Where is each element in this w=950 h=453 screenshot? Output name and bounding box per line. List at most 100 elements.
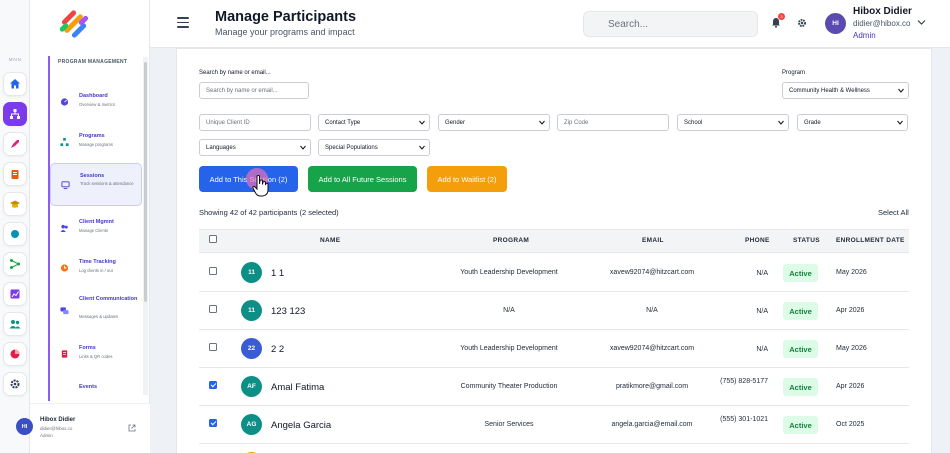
client-id-field[interactable]: Unique Client ID: [199, 114, 311, 131]
chevron-down-icon: [539, 120, 545, 125]
chevron-down-icon: [897, 120, 903, 125]
program-select[interactable]: Community Health & Wellness: [782, 82, 909, 99]
sidebar-item-label: Client Mgmnt: [79, 219, 114, 225]
sidebar-item-sub: Track sessions & attendance: [80, 181, 134, 186]
search-input[interactable]: [584, 12, 757, 36]
column-header-email[interactable]: EMAIL: [642, 237, 664, 244]
column-header-program[interactable]: PROGRAM: [493, 237, 529, 244]
sidebar-item-client-communication[interactable]: Client Communication Messages & updates: [50, 290, 142, 332]
gender-value: Gender: [445, 119, 466, 126]
global-search[interactable]: [583, 11, 758, 37]
users-icon[interactable]: [3, 312, 27, 336]
row-checkbox[interactable]: [209, 419, 217, 427]
sidebar-item-sessions[interactable]: Sessions Track sessions & attendance: [50, 163, 142, 206]
languages-value: Languages: [206, 144, 236, 151]
flow-icon[interactable]: [3, 252, 27, 276]
column-header-enrollment-date[interactable]: ENROLLMENT DATE: [836, 237, 905, 244]
participant-name[interactable]: Amal Fatima: [271, 382, 324, 393]
table-row[interactable]: AG Angela Garcia Senior Services angela.…: [199, 406, 909, 444]
sidebar-scrollbar-thumb[interactable]: [144, 62, 147, 302]
enrollment-date: Apr 2026: [836, 383, 865, 390]
program-management-title: PROGRAM MANAGEMENT: [58, 59, 128, 65]
gear-icon[interactable]: [797, 18, 807, 28]
column-header-phone[interactable]: PHONE: [745, 237, 770, 244]
graduation-cap-icon[interactable]: [3, 192, 27, 216]
select-all-button[interactable]: Select All: [878, 208, 909, 217]
participant-count: Showing 42 of 42 participants (2 selecte…: [199, 208, 339, 217]
clients-icon: [60, 224, 68, 233]
menu-icon[interactable]: [177, 17, 189, 28]
participant-name[interactable]: 123 123: [271, 306, 305, 317]
sidebar-item-forms[interactable]: Forms Links & QR codes: [50, 334, 142, 374]
participant-program: Senior Services: [484, 421, 534, 428]
external-link-icon[interactable]: [128, 424, 136, 432]
avatar: AG: [241, 414, 262, 435]
grade-select[interactable]: Grade: [797, 114, 908, 131]
participant-name[interactable]: 2 2: [271, 344, 284, 355]
sitemap-icon[interactable]: [3, 102, 27, 126]
select-all-checkbox[interactable]: [209, 235, 217, 243]
status-badge: Active: [783, 416, 818, 434]
participant-search-input[interactable]: Search by name or email...: [199, 82, 309, 99]
table-row[interactable]: [199, 444, 909, 453]
participant-phone: N/A: [756, 346, 768, 353]
table-row[interactable]: 22 2 2 Youth Leadership Development xave…: [199, 330, 909, 368]
add-to-waitlist-button[interactable]: Add to Waitlist (2): [427, 166, 507, 192]
clipboard-icon[interactable]: [3, 162, 27, 186]
participant-email: N/A: [646, 307, 658, 314]
avatar: AF: [241, 376, 262, 397]
participant-phone: N/A: [756, 308, 768, 315]
school-value: School: [684, 119, 703, 126]
table-row[interactable]: 11 123 123 N/A N/A N/A Active Apr 2026: [199, 292, 909, 330]
sidebar-item-label: Sessions: [80, 173, 105, 179]
hand-cursor-icon: [252, 175, 269, 197]
school-select[interactable]: School: [677, 114, 789, 131]
special-populations-select[interactable]: Special Populations: [318, 139, 430, 156]
status-badge: Active: [783, 302, 818, 320]
enrollment-date: May 2026: [836, 269, 867, 276]
participant-name[interactable]: 1 1: [271, 268, 284, 279]
program-label: Program: [782, 70, 806, 76]
avatar[interactable]: HI: [16, 418, 33, 435]
circle-icon[interactable]: [3, 222, 27, 246]
participant-program: N/A: [503, 307, 515, 314]
rocket-icon[interactable]: [3, 132, 27, 156]
row-checkbox[interactable]: [209, 381, 217, 389]
participant-phone: (755) 828-5177: [720, 378, 768, 385]
forms-icon: [61, 350, 68, 358]
participant-program: Community Theater Production: [460, 383, 558, 390]
sidebar-item-sub: Links & QR codes: [79, 354, 113, 359]
column-header-status[interactable]: STATUS: [793, 237, 820, 244]
sidebar-item-programs[interactable]: Programs Manage programs: [50, 122, 142, 162]
table-row[interactable]: AF Amal Fatima Community Theater Product…: [199, 368, 909, 406]
chat-icon: [60, 307, 69, 315]
chevron-down-icon[interactable]: [917, 19, 926, 26]
avatar[interactable]: HI: [825, 13, 846, 34]
zip-code-field[interactable]: Zip Code: [557, 114, 669, 131]
notification-badge: 3: [778, 13, 785, 20]
chart-icon[interactable]: [3, 282, 27, 306]
languages-select[interactable]: Languages: [199, 139, 311, 156]
add-to-future-sessions-button[interactable]: Add to All Future Sessions: [308, 166, 417, 192]
status-badge: Active: [783, 340, 818, 358]
row-checkbox[interactable]: [209, 343, 217, 351]
sidebar-item-sub: Manage Clients: [79, 228, 109, 233]
sidebar-item-time-tracking[interactable]: Time Tracking Log clients in / out: [50, 248, 142, 288]
avatar: 11: [241, 300, 262, 321]
contact-type-select[interactable]: Contact Type: [318, 114, 430, 131]
participant-email: xavew92074@hitzcart.com: [609, 345, 695, 352]
column-header-name[interactable]: NAME: [320, 237, 340, 244]
enrollment-date: Apr 2026: [836, 307, 865, 314]
sidebar-item-dashboard[interactable]: Dashboard Overview & metrics: [50, 82, 142, 122]
pie-icon[interactable]: [3, 342, 27, 366]
gender-select[interactable]: Gender: [438, 114, 550, 131]
header-user-name: Hibox Didier: [853, 6, 912, 17]
home-icon[interactable]: [3, 72, 27, 96]
sidebar-item-events[interactable]: Events: [50, 374, 142, 400]
settings-icon[interactable]: [3, 372, 27, 396]
sidebar-item-client-mgmnt[interactable]: Client Mgmnt Manage Clients: [50, 208, 142, 248]
row-checkbox[interactable]: [209, 267, 217, 275]
row-checkbox[interactable]: [209, 305, 217, 313]
participant-name[interactable]: Angela Garcia: [271, 420, 331, 431]
table-row[interactable]: 11 1 1 Youth Leadership Development xave…: [199, 254, 909, 292]
